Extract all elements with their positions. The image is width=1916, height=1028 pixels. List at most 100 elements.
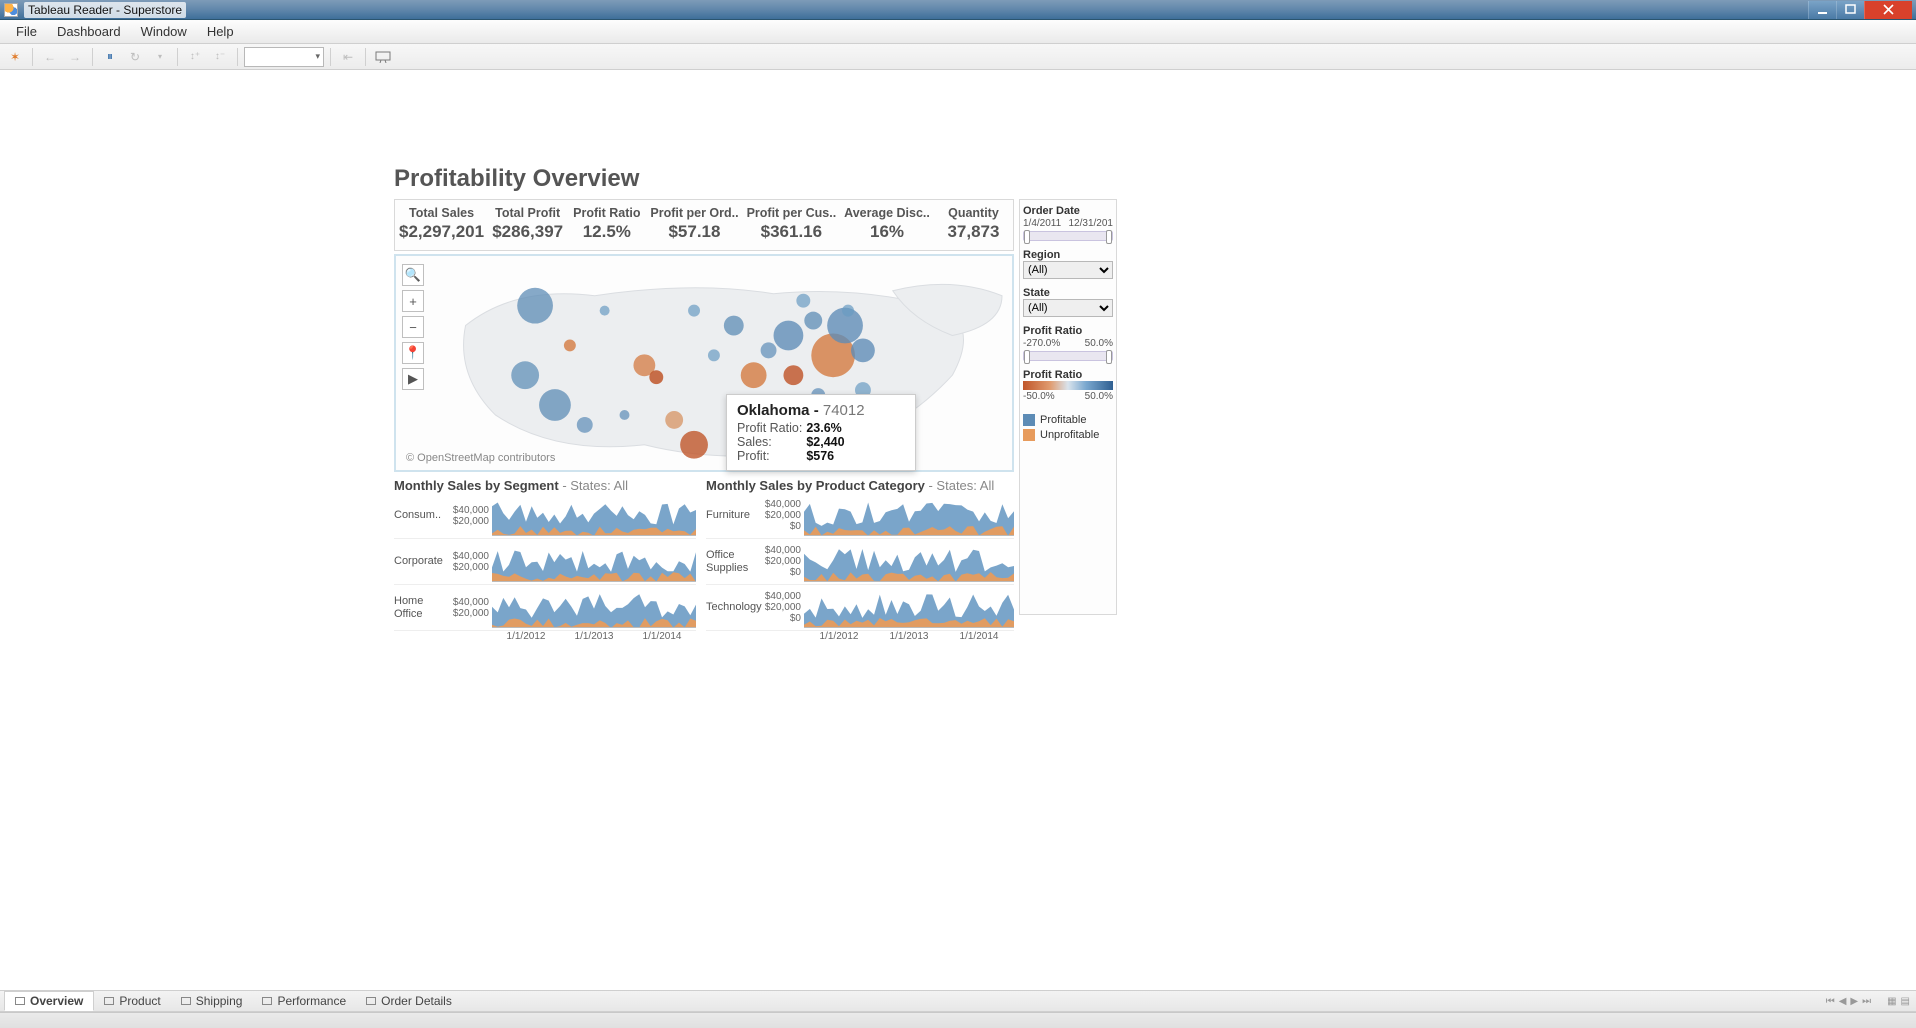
kpi-label: Profit Ratio xyxy=(571,206,642,220)
x-tick: 1/1/2014 xyxy=(643,631,682,642)
pause-button[interactable]: ⏸ xyxy=(99,47,121,67)
refresh-button[interactable]: ↻ xyxy=(124,47,146,67)
mini-chart[interactable] xyxy=(804,542,1014,582)
filter-state-select[interactable]: (All) xyxy=(1023,299,1113,317)
mini-chart[interactable] xyxy=(492,588,696,628)
last-sheet-button[interactable]: ⏭ xyxy=(1862,996,1871,1007)
legend-unprofitable: Unprofitable xyxy=(1023,429,1113,441)
tab-overview[interactable]: Overview xyxy=(4,991,94,1011)
menu-dashboard[interactable]: Dashboard xyxy=(47,21,131,42)
filter-region-label: Region xyxy=(1023,249,1113,261)
row-label: Office Supplies xyxy=(706,549,764,574)
minimize-button[interactable] xyxy=(1808,1,1836,19)
tooltip-title: Oklahoma - xyxy=(737,402,819,419)
order-date-slider[interactable] xyxy=(1023,231,1113,241)
tableau-logo-icon: ✶ xyxy=(4,47,26,67)
next-sheet-button[interactable]: ▶ xyxy=(1850,996,1858,1007)
tooltip-zip: 74012 xyxy=(823,402,865,419)
prev-sheet-button[interactable]: ◀ xyxy=(1839,996,1847,1007)
map-zoom-in-button[interactable]: + xyxy=(402,290,424,312)
kpi-value: 12.5% xyxy=(571,222,642,242)
zoom-combo[interactable]: ▾ xyxy=(244,47,324,67)
filmstrip-button[interactable]: ▦ xyxy=(1887,996,1896,1007)
x-tick: 1/1/2013 xyxy=(575,631,614,642)
mini-chart[interactable] xyxy=(492,542,696,582)
y-ticks: $40,000$20,000$0 xyxy=(764,591,804,624)
mini-chart[interactable] xyxy=(804,588,1014,628)
chart-row: Consum..$40,000$20,000 xyxy=(394,493,696,539)
back-button[interactable]: ← xyxy=(39,47,61,67)
kpi-label: Profit per Ord.. xyxy=(650,206,738,220)
x-tick: 1/1/2013 xyxy=(890,631,929,642)
y-ticks: $40,000$20,000 xyxy=(452,597,492,619)
tab-product[interactable]: Product xyxy=(94,992,170,1010)
close-button[interactable] xyxy=(1864,1,1912,19)
y-ticks: $40,000$20,000 xyxy=(452,551,492,573)
row-label: Furniture xyxy=(706,509,764,522)
y-ticks: $40,000$20,000$0 xyxy=(764,499,804,532)
tooltip-key: Profit: xyxy=(737,449,806,463)
presentation-mode-button[interactable] xyxy=(372,47,394,67)
kpi-label: Average Disc.. xyxy=(844,206,930,220)
chart-row: Technology$40,000$20,000$0 xyxy=(706,585,1014,631)
map-pin-button[interactable]: 📍 xyxy=(402,342,424,364)
tab-order-details[interactable]: Order Details xyxy=(356,992,462,1010)
kpi-value: 16% xyxy=(844,222,930,242)
chart-row: Furniture$40,000$20,000$0 xyxy=(706,493,1014,539)
maximize-button[interactable] xyxy=(1836,1,1864,19)
map-search-button[interactable]: 🔍 xyxy=(402,264,424,286)
dashboard-icon xyxy=(181,997,191,1005)
segment-chart-title: Monthly Sales by Segment - States: All xyxy=(394,478,696,493)
legend-profit-ratio-label: Profit Ratio xyxy=(1023,369,1113,381)
dashboard-canvas: Profitability Overview Total Sales$2,297… xyxy=(0,70,1916,990)
sort-asc-button[interactable]: ↕⁺ xyxy=(184,47,206,67)
menu-help[interactable]: Help xyxy=(197,21,244,42)
kpi-value: $57.18 xyxy=(650,222,738,242)
filter-region-select[interactable]: (All) xyxy=(1023,261,1113,279)
fit-button[interactable]: ⇤ xyxy=(337,47,359,67)
kpi-label: Quantity xyxy=(938,206,1009,220)
map-more-button[interactable]: ▶ xyxy=(402,368,424,390)
refresh-dropdown[interactable]: ▾ xyxy=(149,47,171,67)
mini-chart[interactable] xyxy=(492,496,696,536)
tab-performance[interactable]: Performance xyxy=(252,992,356,1010)
kpi-label: Profit per Cus.. xyxy=(747,206,837,220)
x-tick: 1/1/2012 xyxy=(507,631,546,642)
chart-row: Office Supplies$40,000$20,000$0 xyxy=(706,539,1014,585)
map-zoom-out-button[interactable]: − xyxy=(402,316,424,338)
kpi-value: $361.16 xyxy=(747,222,837,242)
profit-ratio-gradient xyxy=(1023,381,1113,390)
chart-row: Corporate$40,000$20,000 xyxy=(394,539,696,585)
x-tick: 1/1/2014 xyxy=(960,631,999,642)
profit-ratio-slider[interactable] xyxy=(1023,351,1113,361)
tooltip-val: $2,440 xyxy=(806,435,848,449)
filter-order-date[interactable]: Order Date 1/4/201112/31/201 xyxy=(1023,205,1113,241)
kpi-value: $2,297,201 xyxy=(399,222,484,242)
tabs-button[interactable]: ▤ xyxy=(1901,996,1910,1007)
sort-desc-button[interactable]: ↕⁻ xyxy=(209,47,231,67)
app-icon xyxy=(4,3,18,17)
tab-shipping[interactable]: Shipping xyxy=(171,992,253,1010)
row-label: Consum.. xyxy=(394,509,452,522)
dashboard-icon xyxy=(262,997,272,1005)
y-ticks: $40,000$20,000 xyxy=(452,505,492,527)
menubar: File Dashboard Window Help xyxy=(0,20,1916,44)
menu-file[interactable]: File xyxy=(6,21,47,42)
menu-window[interactable]: Window xyxy=(131,21,197,42)
map-attribution: © OpenStreetMap contributors xyxy=(406,452,555,464)
map[interactable]: 🔍 + − 📍 ▶ © OpenStreetMap contributors O… xyxy=(394,254,1014,472)
map-tooltip: Oklahoma - 74012 Profit Ratio:23.6% Sale… xyxy=(726,394,916,471)
legend-profitable: Profitable xyxy=(1023,414,1113,426)
mini-chart[interactable] xyxy=(804,496,1014,536)
dashboard-icon xyxy=(104,997,114,1005)
tooltip-key: Profit Ratio: xyxy=(737,421,806,435)
dashboard-icon xyxy=(366,997,376,1005)
toolbar: ✶ ← → ⏸ ↻ ▾ ↕⁺ ↕⁻ ▾ ⇤ xyxy=(0,44,1916,70)
dashboard-icon xyxy=(15,997,25,1005)
first-sheet-button[interactable]: ⏮ xyxy=(1826,996,1835,1007)
forward-button[interactable]: → xyxy=(64,47,86,67)
tooltip-val: $576 xyxy=(806,449,848,463)
sheet-tabs: Overview Product Shipping Performance Or… xyxy=(0,990,1916,1012)
x-tick: 1/1/2012 xyxy=(820,631,859,642)
window-title: Tableau Reader - Superstore xyxy=(24,2,186,18)
